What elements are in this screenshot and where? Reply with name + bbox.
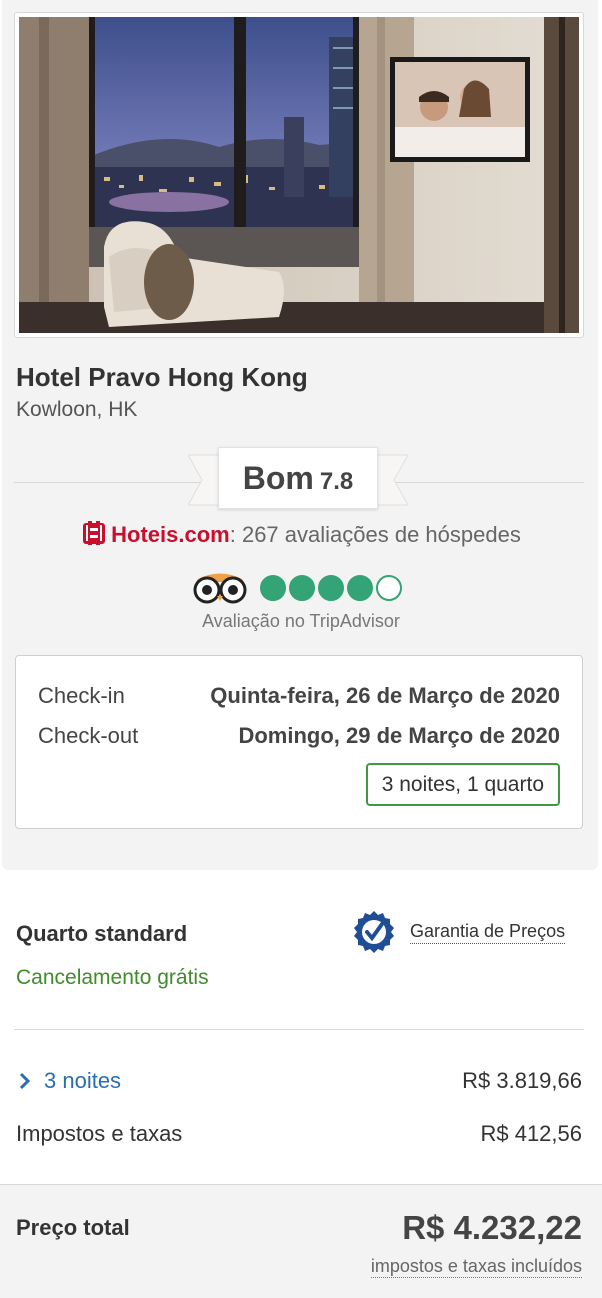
stay-dates-box: Check-in Quinta-feira, 26 de Março de 20…: [15, 655, 583, 829]
rating-box: Bom 7.8: [218, 447, 378, 509]
total-label: Preço total: [16, 1215, 130, 1240]
total-taxes-note[interactable]: impostos e taxas incluídos: [370, 1256, 582, 1278]
nights-breakdown-toggle[interactable]: 3 noites: [18, 1068, 121, 1094]
checkout-value: Domingo, 29 de Março de 2020: [238, 723, 560, 748]
nights-label: 3 noites: [44, 1068, 122, 1093]
reviews-count: : 267 avaliações de hóspedes: [229, 522, 521, 547]
free-cancellation: Cancelamento grátis: [16, 966, 209, 989]
taxes-label: Impostos e taxas: [16, 1121, 183, 1146]
bubble-filled: [318, 575, 344, 601]
checkin-label: Check-in: [38, 683, 125, 708]
price-guarantee-label: Garantia de Preços: [410, 921, 566, 944]
checkin-value: Quinta-feira, 26 de Março de 2020: [210, 683, 560, 708]
nights-price: R$ 3.819,66: [462, 1068, 582, 1093]
room-divider: [14, 1029, 584, 1030]
reviews-brand: Hoteis.com: [111, 522, 230, 547]
stay-summary-badge: 3 noites, 1 quarto: [365, 763, 560, 806]
bubble-filled: [260, 575, 286, 601]
bubble-filled: [289, 575, 315, 601]
tripadvisor-bubbles: [260, 575, 402, 601]
price-guarantee-link[interactable]: Garantia de Preços: [352, 910, 566, 954]
rating-badge: Bom 7.8: [188, 445, 408, 515]
tripadvisor-label: Avaliação no TripAdvisor: [202, 611, 400, 631]
hotel-location: Kowloon, HK: [16, 398, 138, 421]
taxes-price: R$ 412,56: [480, 1121, 582, 1146]
chevron-right-icon: [19, 1072, 31, 1090]
bubble-empty: [376, 575, 402, 601]
hotel-room-image: [19, 17, 579, 333]
reviews-line[interactable]: Hoteis.com: 267 avaliações de hóspedes: [0, 520, 602, 548]
hotel-name[interactable]: Hotel Pravo Hong Kong: [16, 362, 308, 393]
tripadvisor-rating[interactable]: [190, 570, 402, 606]
tripadvisor-owl-icon: [193, 573, 247, 604]
bubble-filled: [347, 575, 373, 601]
hotel-photo[interactable]: [14, 12, 584, 338]
rating-score: 7.8: [319, 468, 354, 495]
total-price-section: Preço total R$ 4.232,22 impostos e taxas…: [0, 1184, 602, 1298]
rating-word: Bom: [242, 460, 314, 496]
room-type: Quarto standard: [16, 921, 188, 946]
hoteis-logo-icon: [83, 521, 106, 545]
price-guarantee-badge-icon: [354, 911, 394, 953]
checkout-label: Check-out: [38, 723, 139, 748]
total-price: R$ 4.232,22: [402, 1209, 582, 1246]
